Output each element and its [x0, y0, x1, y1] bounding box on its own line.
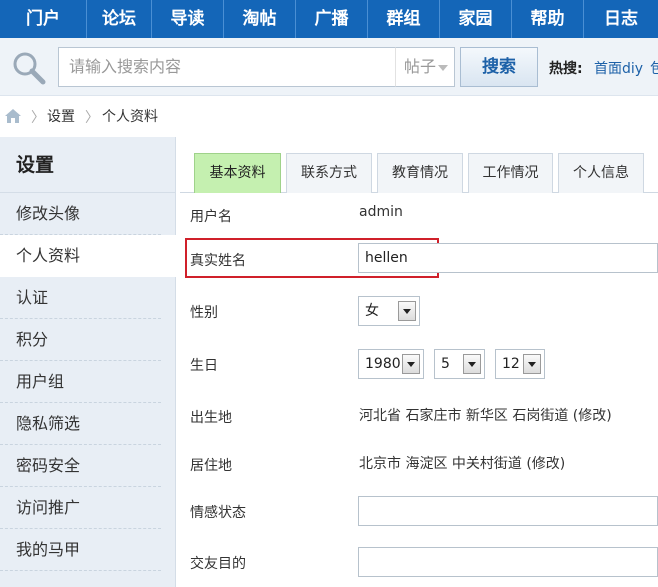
- relationship-label: 情感状态: [190, 505, 246, 521]
- tab-work[interactable]: 工作情况: [468, 153, 553, 193]
- gender-label: 性别: [190, 305, 218, 321]
- sidebar-item-verify[interactable]: 认证: [0, 277, 161, 319]
- purpose-label: 交友目的: [190, 556, 246, 572]
- search-input[interactable]: 请输入搜索内容: [58, 47, 396, 87]
- username-label: 用户名: [190, 209, 232, 225]
- sidebar-item-credits[interactable]: 积分: [0, 319, 161, 361]
- dropdown-arrow-icon: [523, 354, 541, 374]
- hot-search-link-2[interactable]: 包: [650, 58, 658, 78]
- sidebar-title: 设置: [0, 137, 175, 193]
- realname-label: 真实姓名: [190, 253, 246, 269]
- sidebar-item-vest[interactable]: 我的马甲: [0, 529, 161, 571]
- sidebar-item-privacy[interactable]: 隐私筛选: [0, 403, 161, 445]
- search-type-select[interactable]: 帖子: [395, 47, 455, 87]
- birth-month-value: 5: [441, 356, 450, 372]
- tab-education[interactable]: 教育情况: [377, 153, 463, 193]
- nav-item-home[interactable]: 家园: [440, 0, 512, 38]
- nav-item-portal[interactable]: 门户: [0, 0, 87, 38]
- gender-select[interactable]: 女: [358, 296, 420, 326]
- username-value: admin: [359, 204, 403, 220]
- birthday-label: 生日: [190, 358, 218, 374]
- birth-day-value: 12: [502, 356, 520, 372]
- birthplace-label: 出生地: [190, 410, 232, 426]
- nav-item-blog[interactable]: 日志: [584, 0, 658, 38]
- breadcrumb-separator-icon: 〉: [85, 110, 99, 126]
- breadcrumb-profile: 个人资料: [102, 109, 158, 125]
- hot-search-label: 热搜:: [549, 61, 583, 77]
- gender-value: 女: [365, 303, 379, 319]
- breadcrumb: 〉 设置 〉 个人资料: [0, 97, 658, 135]
- realname-input[interactable]: hellen: [358, 243, 658, 273]
- breadcrumb-settings[interactable]: 设置: [47, 106, 75, 126]
- birth-year-value: 1980: [365, 356, 401, 372]
- sidebar-item-avatar[interactable]: 修改头像: [0, 193, 161, 235]
- sidebar-item-profile[interactable]: 个人资料: [0, 235, 176, 277]
- tab-contact[interactable]: 联系方式: [286, 153, 372, 193]
- tab-personal-info[interactable]: 个人信息: [558, 153, 644, 193]
- sidebar-item-password[interactable]: 密码安全: [0, 445, 161, 487]
- birth-day-select[interactable]: 12: [495, 349, 545, 379]
- sidebar-item-promotion[interactable]: 访问推广: [0, 487, 161, 529]
- sidebar-item-usergroup[interactable]: 用户组: [0, 361, 161, 403]
- purpose-input[interactable]: [358, 547, 658, 577]
- chevron-down-icon: [438, 65, 448, 71]
- nav-item-group[interactable]: 群组: [368, 0, 440, 38]
- relationship-input[interactable]: [358, 496, 658, 526]
- search-button[interactable]: 搜索: [460, 47, 538, 87]
- home-icon[interactable]: [4, 108, 22, 124]
- dropdown-arrow-icon: [398, 301, 416, 321]
- dropdown-arrow-icon: [402, 354, 420, 374]
- nav-item-forum[interactable]: 论坛: [87, 0, 152, 38]
- birth-year-select[interactable]: 1980: [358, 349, 424, 379]
- breadcrumb-separator-icon: 〉: [31, 110, 45, 126]
- residence-label: 居住地: [190, 458, 232, 474]
- search-icon: [13, 52, 46, 85]
- nav-item-guide[interactable]: 导读: [152, 0, 224, 38]
- search-bar: 请输入搜索内容 帖子 搜索 热搜: 首面diy 包: [0, 38, 658, 96]
- birthplace-value[interactable]: 河北省 石家庄市 新华区 石岗街道 (修改): [359, 405, 612, 425]
- nav-item-broadcast[interactable]: 广播: [296, 0, 368, 38]
- dropdown-arrow-icon: [463, 354, 481, 374]
- settings-sidebar: 设置 修改头像 个人资料 认证 积分 用户组 隐私筛选 密码安全 访问推广 我的…: [0, 137, 176, 587]
- top-nav: 门户 论坛 导读 淘帖 广播 群组 家园 帮助 日志: [0, 0, 658, 38]
- residence-value[interactable]: 北京市 海淀区 中关村街道 (修改): [359, 453, 565, 473]
- birth-month-select[interactable]: 5: [434, 349, 485, 379]
- tab-basic[interactable]: 基本资料: [194, 153, 281, 193]
- search-type-label: 帖子: [404, 57, 437, 76]
- nav-item-help[interactable]: 帮助: [512, 0, 584, 38]
- nav-item-collection[interactable]: 淘帖: [224, 0, 296, 38]
- hot-search-link[interactable]: 首面diy: [594, 58, 643, 78]
